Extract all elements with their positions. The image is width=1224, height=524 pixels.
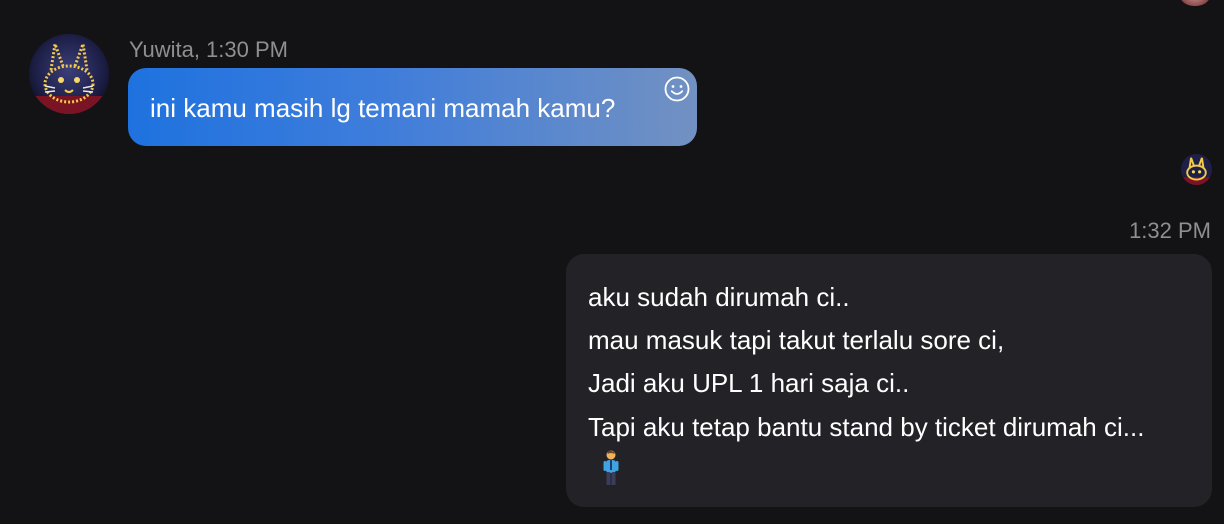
outgoing-message-bubble[interactable]: aku sudah dirumah ci.. mau masuk tapi ta… [566, 254, 1212, 507]
partial-avatar [1180, 0, 1210, 6]
sender-avatar-image [29, 34, 109, 114]
outgoing-message-line: Jadi aku UPL 1 hari saja ci.. [588, 368, 910, 398]
outgoing-message-line: mau masuk tapi takut terlalu sore ci, [588, 325, 1005, 355]
sender-avatar[interactable] [29, 34, 109, 114]
incoming-message-bubble[interactable]: ini kamu masih lg temani mamah kamu? [128, 68, 697, 146]
message-sender-time: Yuwita, 1:30 PM [129, 37, 288, 62]
outgoing-message-line: Tapi aku tetap bantu stand by ticket dir… [588, 412, 1145, 442]
read-receipt-avatar [1181, 154, 1212, 185]
incoming-message-text: ini kamu masih lg temani mamah kamu? [150, 93, 616, 123]
person-standing-emoji [598, 450, 624, 488]
smiley-icon[interactable] [663, 75, 691, 103]
outgoing-message-line: aku sudah dirumah ci.. [588, 282, 850, 312]
outgoing-message-time: 1:32 PM [1129, 218, 1211, 243]
chat-thread: Yuwita, 1:30 PM ini kamu masih lg temani… [0, 0, 1224, 524]
